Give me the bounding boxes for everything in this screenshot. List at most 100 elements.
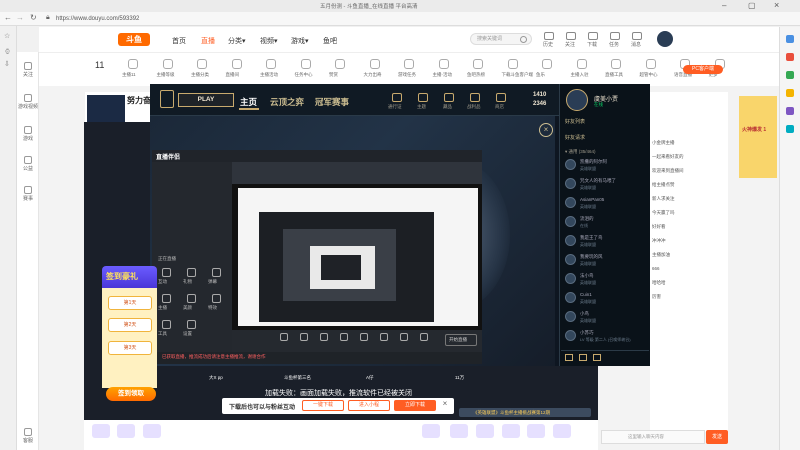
checkin-day[interactable]: 第3天: [108, 341, 152, 355]
left-nav-match[interactable]: 赛事: [17, 186, 39, 202]
friend-item[interactable]: 法小鸟 英雄联盟: [565, 271, 645, 287]
nav-game[interactable]: 游戏▾: [291, 36, 309, 46]
lol-tab-esports[interactable]: 冠军赛事: [315, 96, 349, 108]
recorder-toolbar-icon[interactable]: [360, 333, 368, 341]
gift-icon[interactable]: [527, 424, 545, 438]
recorder-tool-icon[interactable]: [187, 320, 196, 329]
bookmark-icon[interactable]: ☆: [4, 32, 10, 40]
games-icon[interactable]: [786, 89, 794, 97]
forward-icon[interactable]: →: [16, 13, 24, 22]
favorite-icon[interactable]: [786, 53, 794, 61]
user-avatar[interactable]: [657, 31, 673, 47]
recorder-toolbar-icon[interactable]: [400, 333, 408, 341]
gift-icon[interactable]: [422, 424, 440, 438]
friends-group[interactable]: ▾ 通用 (35/464): [565, 149, 596, 155]
recorder-tool-icon[interactable]: [187, 294, 196, 303]
message-icon[interactable]: [632, 32, 642, 40]
nav-home[interactable]: 首页: [172, 36, 186, 46]
gift-icon[interactable]: [450, 424, 468, 438]
download-now-button[interactable]: 立即下载: [394, 400, 436, 411]
gift-icon[interactable]: [553, 424, 571, 438]
send-button[interactable]: 发送: [706, 430, 728, 444]
gift-icon[interactable]: [143, 424, 161, 438]
profile-avatar[interactable]: [566, 89, 588, 111]
recorder-toolbar-icon[interactable]: [300, 333, 308, 341]
friend-item[interactable]: 小苏巧 LV 等级 第二人 (召唤师峡谷): [565, 328, 645, 344]
close-window-icon[interactable]: ×: [774, 0, 779, 10]
chat-icon[interactable]: [565, 354, 573, 361]
collection-icon[interactable]: [444, 93, 454, 102]
category-icon[interactable]: [231, 59, 242, 69]
friend-item[interactable]: Cuin1 英雄联盟: [565, 290, 645, 306]
mini-program-button[interactable]: 进入小程: [348, 400, 390, 411]
category-icon[interactable]: [335, 59, 345, 69]
outlook-icon[interactable]: [786, 125, 794, 133]
recorder-tool-icon[interactable]: [212, 294, 221, 303]
friend-item[interactable]: 凯撒的阿尔阿 英雄联盟: [565, 157, 645, 173]
friend-item[interactable]: 我是王了鸟 英雄联盟: [565, 233, 645, 249]
recorder-toolbar-icon[interactable]: [320, 333, 328, 341]
recorder-tool-icon[interactable]: [212, 268, 221, 277]
follow-icon[interactable]: [566, 32, 576, 40]
left-nav-game[interactable]: 游戏: [17, 126, 39, 142]
nav-video[interactable]: 视频▾: [260, 36, 278, 46]
friend-item[interactable]: 流泪的 在线: [565, 214, 645, 230]
recorder-toolbar-icon[interactable]: [280, 333, 288, 341]
video-title[interactable]: A仔: [366, 375, 374, 381]
category-icon[interactable]: [645, 59, 656, 69]
right-ad-banner[interactable]: 火神爆发 1: [739, 96, 777, 178]
pc-client-button[interactable]: PC客户端: [683, 65, 723, 74]
minimize-icon[interactable]: –: [722, 1, 726, 10]
video-title[interactable]: 大X pp: [209, 375, 223, 381]
video-title[interactable]: 11万: [455, 375, 464, 381]
streamer-name[interactable]: 努力奋: [127, 95, 151, 106]
recorder-toolbar-icon[interactable]: [420, 333, 428, 341]
friend-request[interactable]: 好友请求: [565, 134, 585, 141]
gift-icon[interactable]: [476, 424, 494, 438]
maximize-icon[interactable]: ▢: [748, 1, 756, 10]
event-banner[interactable]: 《英雄联盟》斗鱼杯主播挑战赛第12期: [459, 408, 591, 417]
search-icon[interactable]: [520, 36, 527, 43]
office-icon[interactable]: [786, 107, 794, 115]
download-icon[interactable]: ⇩: [4, 60, 10, 68]
category-icon[interactable]: [266, 59, 276, 69]
recorder-toolbar-icon[interactable]: [340, 333, 348, 341]
download-icon[interactable]: [588, 32, 598, 40]
douyu-logo[interactable]: 斗鱼: [118, 33, 150, 46]
left-nav-follow[interactable]: 关注: [17, 62, 39, 78]
checkin-day[interactable]: 第2天: [108, 318, 152, 332]
category-icon[interactable]: [542, 59, 552, 69]
one-click-download-button[interactable]: 一键下载: [302, 400, 344, 411]
search-icon[interactable]: [786, 35, 794, 43]
left-nav-service[interactable]: 客服: [17, 428, 39, 444]
category-icon[interactable]: [576, 59, 587, 69]
category-icon[interactable]: [611, 59, 621, 69]
pass-icon[interactable]: [392, 93, 402, 102]
url-field[interactable]: https://www.douyu.com/593392: [56, 14, 356, 24]
nav-live[interactable]: 直播: [201, 36, 215, 46]
friend-item[interactable]: 咒文人的有马喂了 英雄联盟: [565, 176, 645, 192]
voice-icon[interactable]: [579, 354, 587, 361]
close-icon[interactable]: ×: [440, 399, 450, 409]
gift-icon[interactable]: [502, 424, 520, 438]
chat-input[interactable]: 这里输入聊天内容: [601, 430, 705, 444]
category-icon[interactable]: [473, 59, 483, 69]
close-icon[interactable]: ×: [539, 123, 553, 137]
task-icon[interactable]: [610, 32, 620, 40]
category-icon[interactable]: [507, 59, 518, 69]
gift-icon[interactable]: [117, 424, 135, 438]
history-icon[interactable]: ⌚︎: [4, 46, 11, 57]
nav-category[interactable]: 分类▾: [228, 36, 246, 46]
gift-icon[interactable]: [92, 424, 110, 438]
category-icon[interactable]: [369, 59, 380, 69]
lol-play-button[interactable]: PLAY: [178, 93, 234, 107]
category-icon[interactable]: [197, 59, 207, 69]
left-nav-charity[interactable]: 公益: [17, 156, 39, 172]
friend-item[interactable]: 我要玩的风 英雄联盟: [565, 252, 645, 268]
recorder-tool-icon[interactable]: [187, 268, 196, 277]
left-nav-video[interactable]: 游戏视频: [17, 94, 39, 110]
recorder-tool-icon[interactable]: [162, 320, 171, 329]
checkin-button[interactable]: 签到领取: [106, 387, 156, 401]
category-icon[interactable]: [404, 59, 414, 69]
recorder-tool-icon[interactable]: [162, 268, 171, 277]
